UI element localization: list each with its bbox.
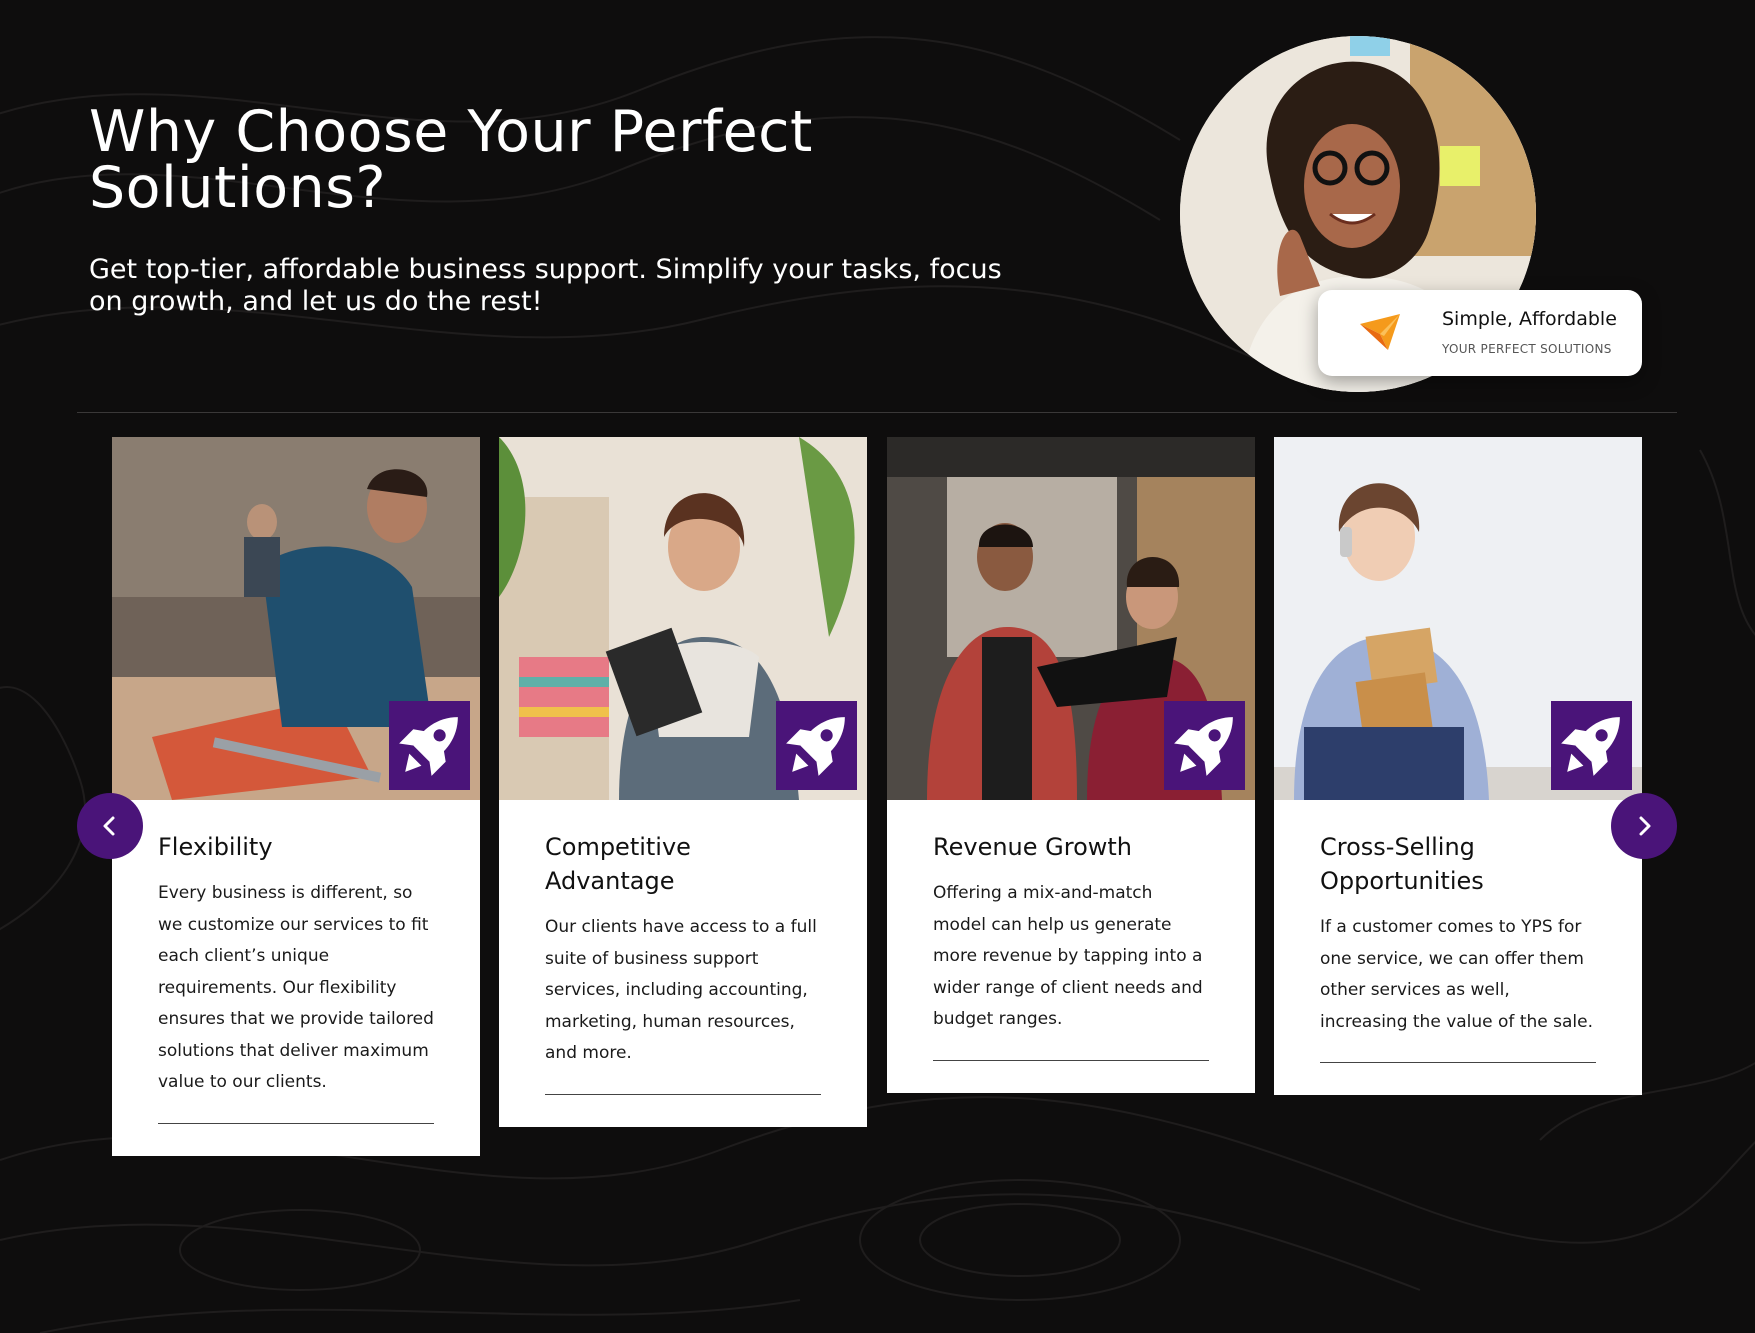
card-underline bbox=[545, 1093, 821, 1095]
badge-title: Simple, Affordable bbox=[1442, 308, 1617, 330]
badge-subtitle: YOUR PERFECT SOLUTIONS bbox=[1442, 342, 1612, 356]
rocket-icon bbox=[1174, 717, 1233, 776]
paper-plane-logo-icon bbox=[1360, 314, 1400, 350]
page-title: Why Choose Your Perfect Solutions? bbox=[89, 99, 813, 221]
card-photo bbox=[887, 437, 1255, 800]
feature-card-competitive-advantage: Competitive Advantage Our clients have a… bbox=[499, 437, 867, 1127]
rocket-badge bbox=[776, 701, 857, 790]
card-title: Competitive Advantage bbox=[545, 833, 691, 895]
card-description: Every business is different, so we custo… bbox=[158, 883, 434, 1092]
rocket-icon bbox=[1561, 717, 1620, 776]
card-title: Cross-Selling Opportunities bbox=[1320, 833, 1484, 895]
card-photo bbox=[499, 437, 867, 800]
card-underline bbox=[933, 1059, 1209, 1061]
feature-card-revenue-growth: Revenue Growth Offering a mix-and-match … bbox=[887, 437, 1255, 1093]
page-subtitle: Get top-tier, affordable business suppor… bbox=[89, 254, 1002, 317]
brand-badge-card: Simple, Affordable YOUR PERFECT SOLUTION… bbox=[1318, 290, 1642, 376]
chevron-left-icon bbox=[103, 816, 115, 836]
feature-card-flexibility: Flexibility Every business is different,… bbox=[112, 437, 480, 1156]
rocket-badge bbox=[389, 701, 470, 790]
chevron-right-icon bbox=[1639, 816, 1651, 836]
card-description: If a customer comes to YPS for one servi… bbox=[1320, 917, 1593, 1032]
carousel-next-button[interactable] bbox=[1611, 793, 1677, 859]
card-underline bbox=[1320, 1062, 1596, 1063]
rocket-badge bbox=[1164, 701, 1245, 790]
rocket-icon bbox=[399, 717, 458, 776]
card-description: Offering a mix-and-match model can help … bbox=[933, 883, 1203, 1029]
carousel-prev-button[interactable] bbox=[77, 793, 143, 859]
feature-card-cross-selling: Cross-Selling Opportunities If a custome… bbox=[1274, 437, 1642, 1095]
card-title: Flexibility bbox=[158, 833, 273, 861]
card-description: Our clients have access to a full suite … bbox=[545, 917, 817, 1063]
rocket-icon bbox=[786, 717, 845, 776]
card-photo bbox=[1274, 437, 1642, 800]
section-divider bbox=[77, 412, 1677, 413]
card-underline bbox=[158, 1122, 434, 1124]
card-photo bbox=[112, 437, 480, 800]
card-title: Revenue Growth bbox=[933, 833, 1133, 861]
rocket-badge bbox=[1551, 701, 1632, 790]
